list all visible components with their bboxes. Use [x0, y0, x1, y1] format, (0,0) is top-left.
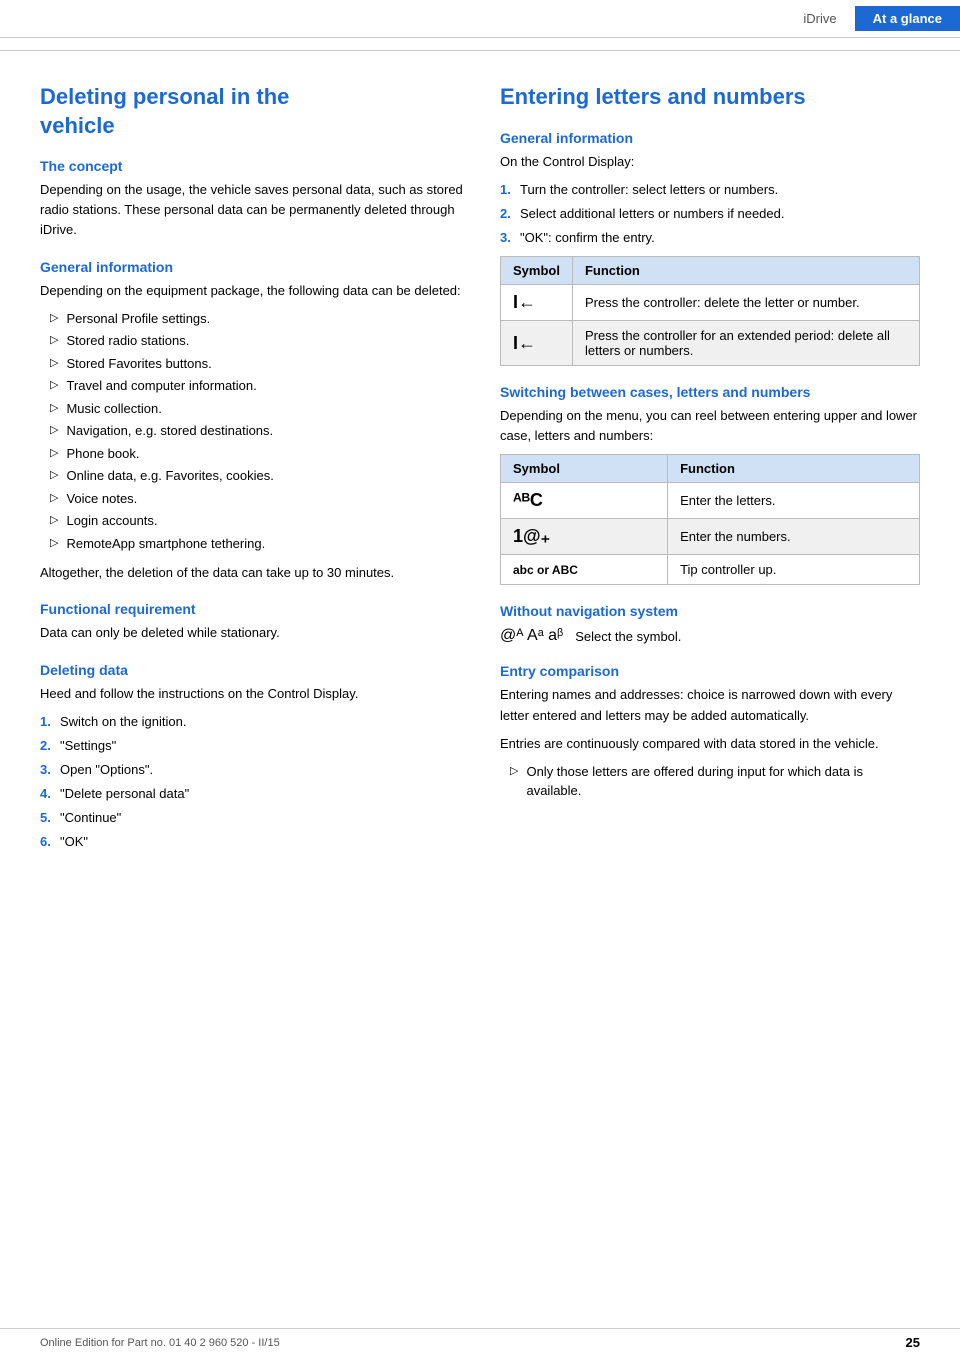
symbol-cell: I← [501, 285, 573, 321]
step-item: 4. "Delete personal data" [40, 784, 468, 804]
general-info-heading-left: General information [40, 259, 468, 275]
symbol-cell: abc or ABC [501, 555, 668, 585]
function-cell: Press the controller for an extended per… [572, 321, 919, 366]
list-item: Phone book. [40, 444, 468, 464]
deleting-data-heading: Deleting data [40, 662, 468, 678]
step-item: 6. "OK" [40, 832, 468, 852]
concept-body: Depending on the usage, the vehicle save… [40, 180, 468, 240]
bullet-list: Personal Profile settings. Stored radio … [40, 309, 468, 554]
general-info-heading-right: General information [500, 130, 920, 146]
step-item: 5. "Continue" [40, 808, 468, 828]
table-row: 1@₊ Enter the numbers. [501, 519, 920, 555]
table1-col1-header: Symbol [501, 257, 573, 285]
table-row: I← Press the controller: delete the lett… [501, 285, 920, 321]
list-item: Login accounts. [40, 511, 468, 531]
table2-col2-header: Function [668, 455, 920, 483]
step-item: 1. Switch on the ignition. [40, 712, 468, 732]
general-info-intro: On the Control Display: [500, 152, 920, 172]
function-cell: Tip controller up. [668, 555, 920, 585]
without-nav-symbols: @ᴬ Aᵃ aᵝ [500, 627, 563, 645]
without-nav-text: Select the symbol. [575, 629, 681, 644]
left-page-title: Deleting personal in the vehicle [40, 83, 468, 140]
deleting-data-body: Heed and follow the instructions on the … [40, 684, 468, 704]
right-column: Entering letters and numbers General inf… [500, 83, 920, 861]
symbol-cell: I← [501, 321, 573, 366]
left-column: Deleting personal in the vehicle The con… [40, 83, 468, 861]
table2-col1-header: Symbol [501, 455, 668, 483]
list-item: RemoteApp smartphone tethering. [40, 534, 468, 554]
table-row: ᴬᴮC Enter the letters. [501, 483, 920, 519]
list-item: Stored Favorites buttons. [40, 354, 468, 374]
symbol-table-2: Symbol Function ᴬᴮC Enter the letters. 1… [500, 454, 920, 585]
functional-req-body: Data can only be deleted while stationar… [40, 623, 468, 643]
table-row: abc or ABC Tip controller up. [501, 555, 920, 585]
function-cell: Enter the letters. [668, 483, 920, 519]
table1-col2-header: Function [572, 257, 919, 285]
page-footer: Online Edition for Part no. 01 40 2 960 … [0, 1328, 960, 1350]
list-item: Stored radio stations. [40, 331, 468, 351]
steps-list-right: 1. Turn the controller: select letters o… [500, 180, 920, 248]
list-item: Online data, e.g. Favorites, cookies. [40, 466, 468, 486]
list-item: Personal Profile settings. [40, 309, 468, 329]
steps-list-left: 1. Switch on the ignition. 2. "Settings"… [40, 712, 468, 853]
step-item: 2. "Settings" [40, 736, 468, 756]
main-content: Deleting personal in the vehicle The con… [0, 51, 960, 921]
footer-text: Online Edition for Part no. 01 40 2 960 … [40, 1337, 280, 1349]
symbol-cell: 1@₊ [501, 519, 668, 555]
step-item: 2. Select additional letters or numbers … [500, 204, 920, 224]
entry-comparison-bullets: Only those letters are offered during in… [500, 762, 920, 801]
concept-heading: The concept [40, 158, 468, 174]
tab-at-a-glance[interactable]: At a glance [855, 6, 960, 31]
page-number: 25 [906, 1335, 920, 1350]
entry-comparison-body1: Entering names and addresses: choice is … [500, 685, 920, 725]
functional-req-heading: Functional requirement [40, 601, 468, 617]
step-item: 3. "OK": confirm the entry. [500, 228, 920, 248]
right-page-title: Entering letters and numbers [500, 83, 920, 112]
table-row: I← Press the controller for an extended … [501, 321, 920, 366]
function-cell: Enter the numbers. [668, 519, 920, 555]
list-item: Music collection. [40, 399, 468, 419]
list-item: Travel and computer information. [40, 376, 468, 396]
without-nav-row: @ᴬ Aᵃ aᵝ Select the symbol. [500, 627, 920, 645]
switching-body: Depending on the menu, you can reel betw… [500, 406, 920, 446]
switching-heading: Switching between cases, letters and num… [500, 384, 920, 400]
list-item: Navigation, e.g. stored destinations. [40, 421, 468, 441]
list-item: Only those letters are offered during in… [500, 762, 920, 801]
general-info-body-left: Depending on the equipment package, the … [40, 281, 468, 301]
general-info-footer: Altogether, the deletion of the data can… [40, 563, 468, 583]
symbol-cell: ᴬᴮC [501, 483, 668, 519]
function-cell: Press the controller: delete the letter … [572, 285, 919, 321]
step-item: 3. Open "Options". [40, 760, 468, 780]
list-item: Voice notes. [40, 489, 468, 509]
header-tabs: iDrive At a glance [785, 6, 960, 31]
step-item: 1. Turn the controller: select letters o… [500, 180, 920, 200]
entry-comparison-body2: Entries are continuously compared with d… [500, 734, 920, 754]
tab-idrive[interactable]: iDrive [785, 6, 854, 31]
entry-comparison-heading: Entry comparison [500, 663, 920, 679]
symbol-table-1: Symbol Function I← Press the controller:… [500, 256, 920, 366]
page-header: iDrive At a glance [0, 0, 960, 38]
without-nav-heading: Without navigation system [500, 603, 920, 619]
